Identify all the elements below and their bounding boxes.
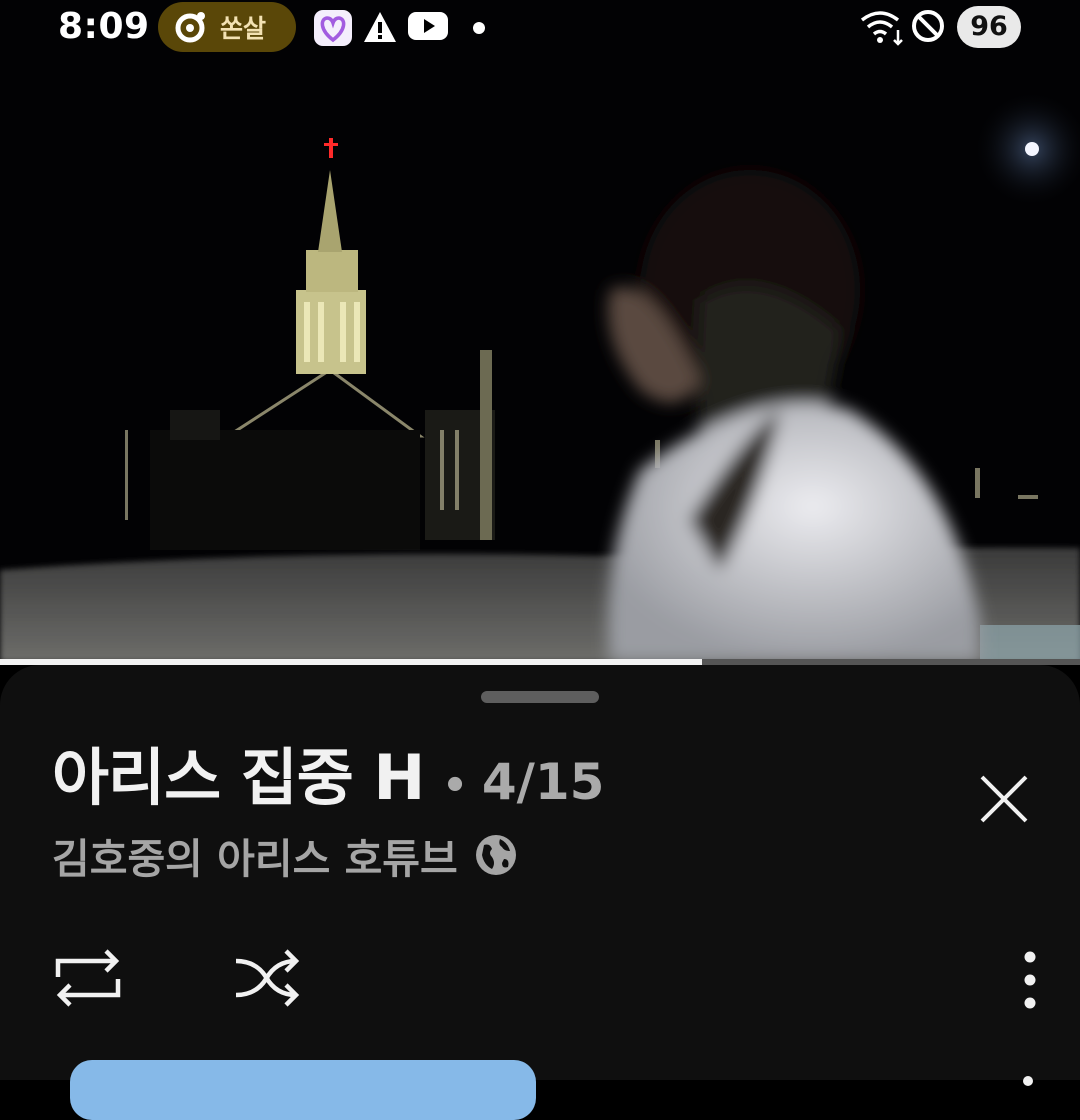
video-player[interactable] (0, 0, 1080, 662)
close-icon[interactable] (968, 763, 1040, 835)
status-bar: 8:09 쏜살 96 (0, 0, 1080, 56)
video-progress-bar[interactable] (0, 659, 1080, 665)
wifi-icon (860, 11, 903, 46)
playlist-position: 4/15 (481, 753, 605, 811)
channel-row[interactable]: 김호중의 아리스 호튜브 (52, 825, 518, 885)
status-time: 8:09 (58, 6, 150, 47)
channel-name: 김호중의 아리스 호튜브 (52, 835, 458, 883)
playlist-item-thumbnail[interactable] (70, 1060, 536, 1120)
do-not-disturb-icon (912, 10, 944, 42)
status-pill-label: 쏜살 (220, 14, 267, 43)
drag-handle[interactable] (481, 691, 599, 703)
video-frame (0, 0, 1080, 662)
pill-app-icon (175, 12, 205, 43)
playlist-panel: 아리스 집중 H • 4/15 김호중의 아리스 호튜브 (0, 665, 1080, 1120)
battery-indicator: 96 (957, 6, 1021, 48)
globe-icon (475, 835, 516, 875)
notification-dot (473, 22, 485, 34)
youtube-icon (408, 12, 448, 40)
playlist-title: 아리스 집중 H (52, 741, 425, 814)
alert-icon (364, 12, 396, 42)
item-more-icon[interactable] (1016, 1073, 1040, 1103)
status-pill[interactable]: 쏜살 (158, 2, 296, 52)
loop-icon[interactable] (50, 943, 126, 1013)
title-separator: • (442, 763, 468, 809)
app-heart-icon (314, 10, 352, 46)
shuffle-icon[interactable] (230, 943, 306, 1013)
playlist-title-row: 아리스 집중 H • 4/15 (52, 727, 604, 817)
more-vert-icon[interactable] (1008, 945, 1052, 1015)
video-progress-fill (0, 659, 702, 665)
